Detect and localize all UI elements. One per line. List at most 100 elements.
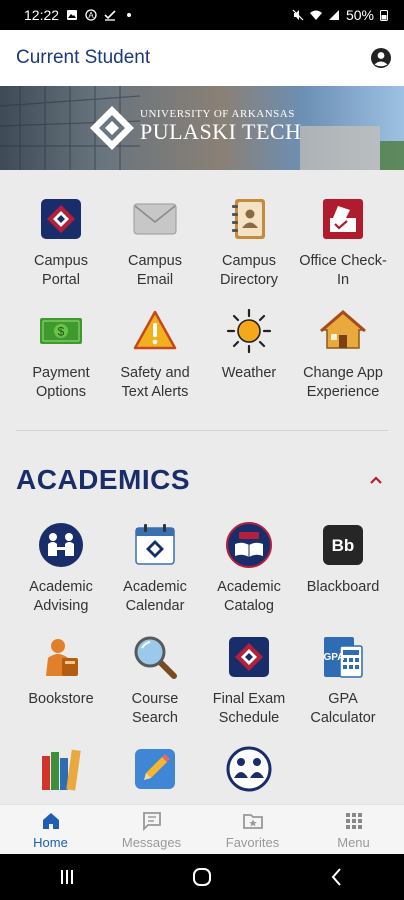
recent-apps-icon[interactable] bbox=[55, 865, 79, 889]
tile-label: Blackboard bbox=[306, 579, 380, 595]
dot-icon bbox=[127, 13, 132, 17]
page-title: Current Student bbox=[16, 47, 151, 68]
grid-menu-icon bbox=[345, 812, 362, 829]
tile-label: Directory bbox=[219, 272, 278, 288]
blackboard-icon: Bb bbox=[323, 525, 363, 565]
pencil-icon bbox=[135, 749, 175, 789]
nav-messages[interactable]: Messages bbox=[101, 805, 202, 854]
tile-academic-advising[interactable]: Academic Advising bbox=[14, 522, 108, 616]
tile-label: Options bbox=[36, 384, 86, 400]
tile-library[interactable] bbox=[14, 746, 108, 802]
calendar-icon bbox=[135, 524, 175, 565]
sun-icon bbox=[226, 308, 272, 354]
tile-label: Campus bbox=[222, 253, 276, 269]
house-icon bbox=[320, 310, 366, 349]
tile-label: Email bbox=[136, 272, 174, 288]
tile-campus-directory[interactable]: Campus Directory bbox=[202, 196, 296, 290]
tile-office-check-in[interactable]: Office Check- In bbox=[296, 196, 390, 290]
tile-label: Campus bbox=[128, 253, 182, 269]
image-notification-icon bbox=[67, 10, 78, 20]
bookstore-icon bbox=[46, 639, 78, 676]
tile-final-exam-schedule[interactable]: Final Exam Schedule bbox=[202, 634, 296, 728]
tile-label: Bookstore bbox=[28, 691, 94, 707]
star-folder-icon bbox=[242, 813, 263, 829]
a-notification-icon: A bbox=[85, 9, 97, 21]
tile-label: Advising bbox=[33, 598, 89, 614]
tile-label: Text Alerts bbox=[121, 384, 189, 400]
chevron-up-icon[interactable] bbox=[366, 470, 386, 490]
tile-bookstore[interactable]: Bookstore bbox=[14, 634, 108, 728]
warning-icon bbox=[133, 310, 177, 350]
tile-label: Academic bbox=[29, 579, 93, 595]
tile-label: Course bbox=[131, 691, 179, 707]
main-content[interactable]: Campus Portal Campus Email Campus Direct… bbox=[0, 170, 404, 804]
tile-label: Campus bbox=[34, 253, 88, 269]
tile-gpa-calculator[interactable]: GPA GPA Calculator bbox=[296, 634, 390, 728]
tile-label: Office Check- bbox=[299, 253, 387, 269]
banner-title: PULASKI TECH bbox=[140, 119, 302, 144]
tile-tutoring[interactable] bbox=[202, 746, 296, 802]
system-navigation-bar bbox=[0, 854, 404, 900]
tile-label: Search bbox=[132, 710, 178, 726]
tile-notes[interactable] bbox=[108, 746, 202, 802]
tile-academic-catalog[interactable]: Academic Catalog bbox=[202, 522, 296, 616]
tile-label: Payment bbox=[32, 365, 90, 381]
nav-label: Menu bbox=[337, 834, 370, 850]
tile-campus-portal[interactable]: Campus Portal bbox=[14, 196, 108, 290]
message-icon bbox=[142, 811, 161, 831]
tile-label: Weather bbox=[221, 365, 277, 381]
tile-change-app-experience[interactable]: Change App Experience bbox=[296, 308, 390, 402]
tile-label: Academic bbox=[217, 579, 281, 595]
account-icon[interactable] bbox=[370, 47, 392, 69]
academics-grid: Academic Advising Academic Calendar Acad… bbox=[0, 522, 404, 802]
section-divider bbox=[16, 430, 388, 431]
bottom-nav: Home Messages Favorites Menu bbox=[0, 804, 404, 854]
campus-portal-icon bbox=[41, 199, 81, 239]
tile-weather[interactable]: Weather bbox=[202, 308, 296, 402]
tile-campus-email[interactable]: Campus Email bbox=[108, 196, 202, 290]
tile-safety-alerts[interactable]: Safety and Text Alerts bbox=[108, 308, 202, 402]
tile-blackboard[interactable]: Bb Blackboard bbox=[296, 522, 390, 616]
gpa-badge: GPA bbox=[324, 652, 345, 663]
exam-schedule-icon bbox=[229, 637, 269, 677]
advising-icon bbox=[39, 523, 83, 567]
tile-label: Calculator bbox=[310, 710, 376, 726]
tile-label: GPA bbox=[328, 691, 358, 707]
gpa-calculator-icon: GPA bbox=[324, 637, 363, 678]
tile-label: Experience bbox=[306, 384, 380, 400]
check-in-icon bbox=[323, 199, 363, 239]
academics-heading[interactable]: ACADEMICS bbox=[16, 464, 190, 496]
tile-academic-calendar[interactable]: Academic Calendar bbox=[108, 522, 202, 616]
back-icon[interactable] bbox=[325, 865, 349, 889]
nav-favorites[interactable]: Favorites bbox=[202, 805, 303, 854]
tile-payment-options[interactable]: $ Payment Options bbox=[14, 308, 108, 402]
tile-label: Portal bbox=[42, 272, 80, 288]
nav-label: Messages bbox=[121, 834, 182, 850]
svg-text:A: A bbox=[88, 11, 94, 20]
campus-banner: UNIVERSITY OF ARKANSAS PULASKI TECH bbox=[0, 86, 404, 170]
tile-label: In bbox=[336, 272, 350, 288]
address-book-icon bbox=[232, 199, 265, 239]
books-icon bbox=[42, 749, 81, 791]
tile-course-search[interactable]: Course Search bbox=[108, 634, 202, 728]
home-button-icon[interactable] bbox=[190, 865, 214, 889]
quick-links-grid: Campus Portal Campus Email Campus Direct… bbox=[0, 196, 404, 402]
tutoring-icon bbox=[226, 746, 272, 792]
magnifier-icon bbox=[134, 636, 177, 679]
nav-home[interactable]: Home bbox=[0, 805, 101, 854]
mute-icon bbox=[292, 9, 304, 21]
tile-label: Catalog bbox=[224, 598, 274, 614]
tile-label: Change App bbox=[303, 365, 383, 381]
tile-label: Academic bbox=[123, 579, 187, 595]
nav-label: Favorites bbox=[225, 834, 280, 850]
nav-label: Home bbox=[33, 834, 68, 850]
battery-percent: 50% bbox=[345, 7, 374, 23]
tile-label: Safety and bbox=[120, 365, 190, 381]
status-bar: 12:22 A 50% bbox=[0, 0, 404, 30]
envelope-icon bbox=[133, 203, 177, 235]
tile-label: Calendar bbox=[125, 598, 185, 614]
pulaski-tech-logo bbox=[90, 106, 134, 150]
nav-menu[interactable]: Menu bbox=[303, 805, 404, 854]
catalog-icon bbox=[226, 522, 272, 568]
home-icon bbox=[42, 812, 59, 829]
